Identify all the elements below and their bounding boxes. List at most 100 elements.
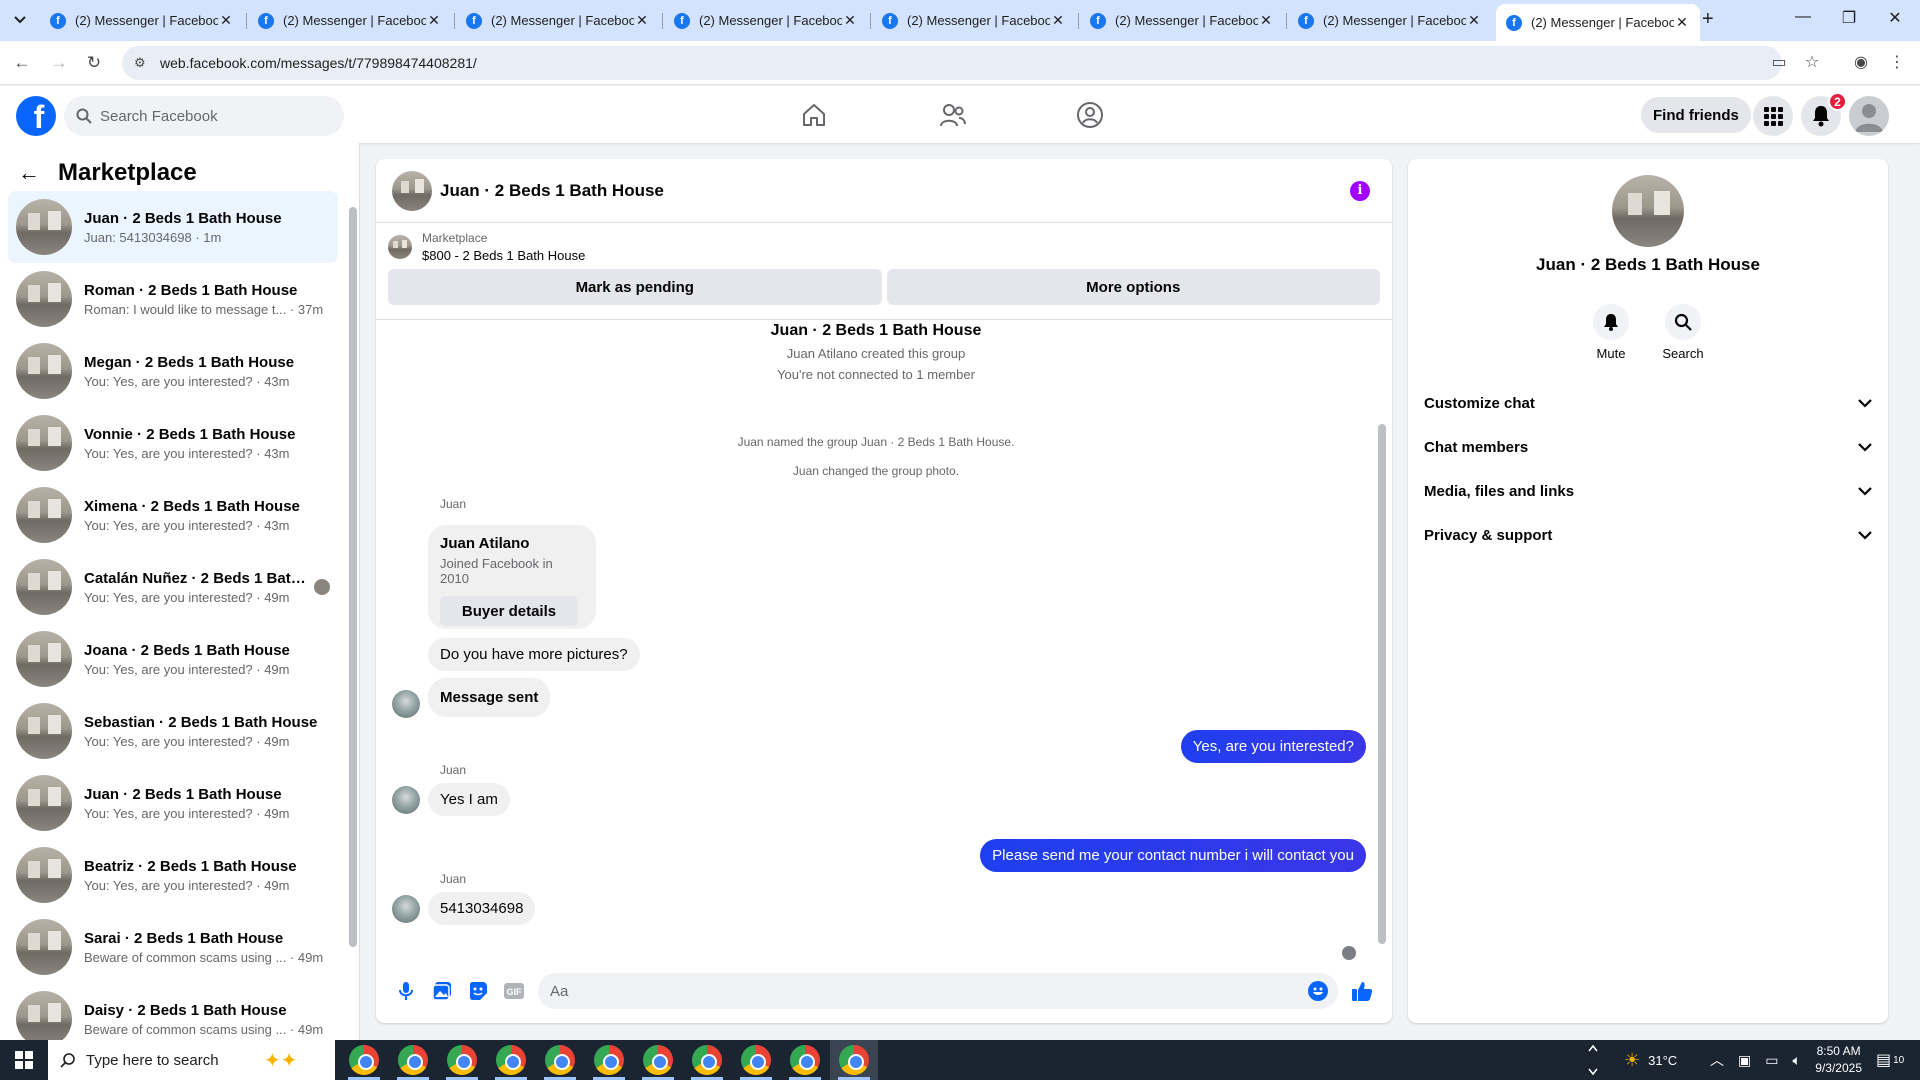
message-input[interactable]: Aa [538,973,1338,1009]
tab-close-icon[interactable]: ✕ [1050,12,1066,29]
new-tab-button[interactable]: + [1702,8,1714,31]
incoming-message[interactable]: Yes I am [428,783,510,816]
facebook-search-input[interactable]: Search Facebook [64,96,344,136]
taskbar-search-input[interactable]: Type here to search ✦✦ [48,1040,335,1080]
home-nav-icon[interactable] [798,100,830,130]
search-action[interactable]: Search [1648,304,1718,361]
sender-avatar[interactable] [392,895,420,923]
message-scrollbar[interactable] [1376,320,1386,960]
tab-close-icon[interactable]: ✕ [426,12,442,29]
taskbar-chrome-app[interactable] [683,1040,731,1080]
browser-tab[interactable]: f (2) Messenger | Facebook ✕ [248,6,452,35]
browser-tab[interactable]: f (2) Messenger | Facebook ✕ [1288,6,1492,35]
facebook-logo[interactable]: f [16,96,56,136]
conversation-item[interactable]: Vonnie · 2 Beds 1 Bath House You: Yes, ar… [8,407,338,479]
sender-avatar[interactable] [392,690,420,718]
mark-pending-button[interactable]: Mark as pending [388,269,882,305]
conversation-item[interactable]: Catalán Nuñez · 2 Beds 1 Bath... You: Yes… [8,551,338,623]
friends-nav-icon[interactable] [937,100,969,130]
listing-thumbnail[interactable] [388,235,412,259]
tab-close-icon[interactable]: ✕ [1466,12,1482,29]
thumbs-up-icon[interactable] [1344,973,1380,1009]
forward-button[interactable]: → [48,52,70,74]
browser-tab[interactable]: f (2) Messenger | Facebook ✕ [40,6,244,35]
taskbar-chrome-app[interactable] [830,1040,878,1080]
groups-nav-icon[interactable] [1074,100,1106,130]
tab-close-icon[interactable]: ✕ [218,12,234,29]
info-section-row[interactable]: Customize chat [1424,381,1872,425]
more-options-button[interactable]: More options [886,269,1380,305]
chat-title[interactable]: Juan · 2 Beds 1 Bath House [440,181,664,201]
find-friends-button[interactable]: Find friends [1641,97,1751,133]
emoji-icon[interactable] [1308,981,1328,1001]
browser-tab[interactable]: f (2) Messenger | Facebook ✕ [1496,4,1700,41]
taskbar-chrome-app[interactable] [340,1040,388,1080]
sticker-icon[interactable] [460,973,496,1009]
tab-search-button[interactable] [8,8,32,32]
tab-close-icon[interactable]: ✕ [1258,12,1274,29]
weather-widget[interactable]: ☀ 31°C [1624,1040,1677,1080]
buyer-details-button[interactable]: Buyer details [440,596,578,626]
microphone-icon[interactable] [388,973,424,1009]
browser-tab[interactable]: f (2) Messenger | Facebook ✕ [1080,6,1284,35]
account-avatar[interactable] [1849,96,1889,136]
info-section-row[interactable]: Media, files and links [1424,469,1872,513]
sender-avatar[interactable] [392,786,420,814]
close-window-button[interactable]: ✕ [1872,8,1918,28]
outgoing-message[interactable]: Yes, are you interested? [1180,730,1366,763]
outgoing-message[interactable]: Please send me your contact number i wil… [980,839,1366,872]
bookmark-star-icon[interactable]: ☆ [1801,52,1823,74]
browser-tab[interactable]: f (2) Messenger | Facebook ✕ [664,6,868,35]
taskbar-chrome-app[interactable] [389,1040,437,1080]
browser-tab[interactable]: f (2) Messenger | Facebook ✕ [872,6,1076,35]
incoming-message[interactable]: Message sent [428,678,551,717]
conversation-item[interactable]: Beatriz · 2 Beds 1 Bath House You: Yes, a… [8,839,338,911]
conversation-item[interactable]: Sebastian · 2 Beds 1 Bath House You: Yes,… [8,695,338,767]
mute-action[interactable]: Mute [1576,304,1646,361]
listing-title[interactable]: $800 - 2 Beds 1 Bath House [422,248,585,263]
restore-button[interactable]: ❐ [1826,8,1872,28]
conversation-item[interactable]: Juan · 2 Beds 1 Bath House You: Yes, are … [8,767,338,839]
chat-avatar[interactable] [392,170,432,211]
taskbar-chrome-app[interactable] [438,1040,486,1080]
volume-icon[interactable]: 🔈︎ [1792,1052,1800,1069]
info-icon[interactable]: i [1350,181,1370,201]
tray-scroll-arrows[interactable] [1588,1040,1598,1080]
notification-center-button[interactable]: ▤ 10 [1876,1040,1904,1080]
group-photo[interactable] [1612,175,1684,247]
reload-button[interactable]: ↻ [83,52,105,74]
back-arrow-icon[interactable]: ← [18,160,40,186]
taskbar-chrome-app[interactable] [781,1040,829,1080]
taskbar-chrome-app[interactable] [536,1040,584,1080]
browser-menu-icon[interactable]: ⋮ [1886,52,1908,74]
sidebar-scrollbar[interactable] [349,195,357,947]
incoming-message[interactable]: 5413034698 [428,892,536,925]
conversation-item[interactable]: Ximena · 2 Beds 1 Bath House You: Yes, ar… [8,479,338,551]
taskbar-chrome-app[interactable] [732,1040,780,1080]
tab-close-icon[interactable]: ✕ [1674,14,1690,31]
minimize-button[interactable]: — [1780,8,1826,26]
site-info-icon[interactable]: ⚙ [134,55,150,71]
info-section-row[interactable]: Chat members [1424,425,1872,469]
notifications-button[interactable]: 2 [1801,92,1847,136]
conversation-item[interactable]: Megan · 2 Beds 1 Bath House You: Yes, are… [8,335,338,407]
conversation-item[interactable]: Sarai · 2 Beds 1 Bath House Beware of com… [8,911,338,983]
gif-icon[interactable]: GIF [496,973,532,1009]
conversation-item[interactable]: Joana · 2 Beds 1 Bath House You: Yes, are… [8,623,338,695]
show-hidden-icons[interactable]: ︿ [1710,1050,1724,1070]
taskbar-chrome-app[interactable] [634,1040,682,1080]
info-section-row[interactable]: Privacy & support [1424,513,1872,557]
taskbar-chrome-app[interactable] [585,1040,633,1080]
network-icon[interactable]: ▣ [1738,1052,1751,1069]
display-icon[interactable]: ▭ [1765,1052,1778,1069]
profile-icon[interactable]: ◉ [1850,52,1872,74]
tab-close-icon[interactable]: ✕ [842,12,858,29]
menu-grid-button[interactable] [1753,96,1793,136]
conversation-item[interactable]: Juan · 2 Beds 1 Bath House Juan: 54130346… [8,191,338,263]
tab-close-icon[interactable]: ✕ [634,12,650,29]
incoming-message[interactable]: Do you have more pictures? [428,638,640,671]
start-button[interactable] [0,1040,48,1080]
taskbar-chrome-app[interactable] [487,1040,535,1080]
photo-icon[interactable] [424,973,460,1009]
url-bar[interactable]: ⚙ web.facebook.com/messages/t/7798984744… [122,46,1782,80]
